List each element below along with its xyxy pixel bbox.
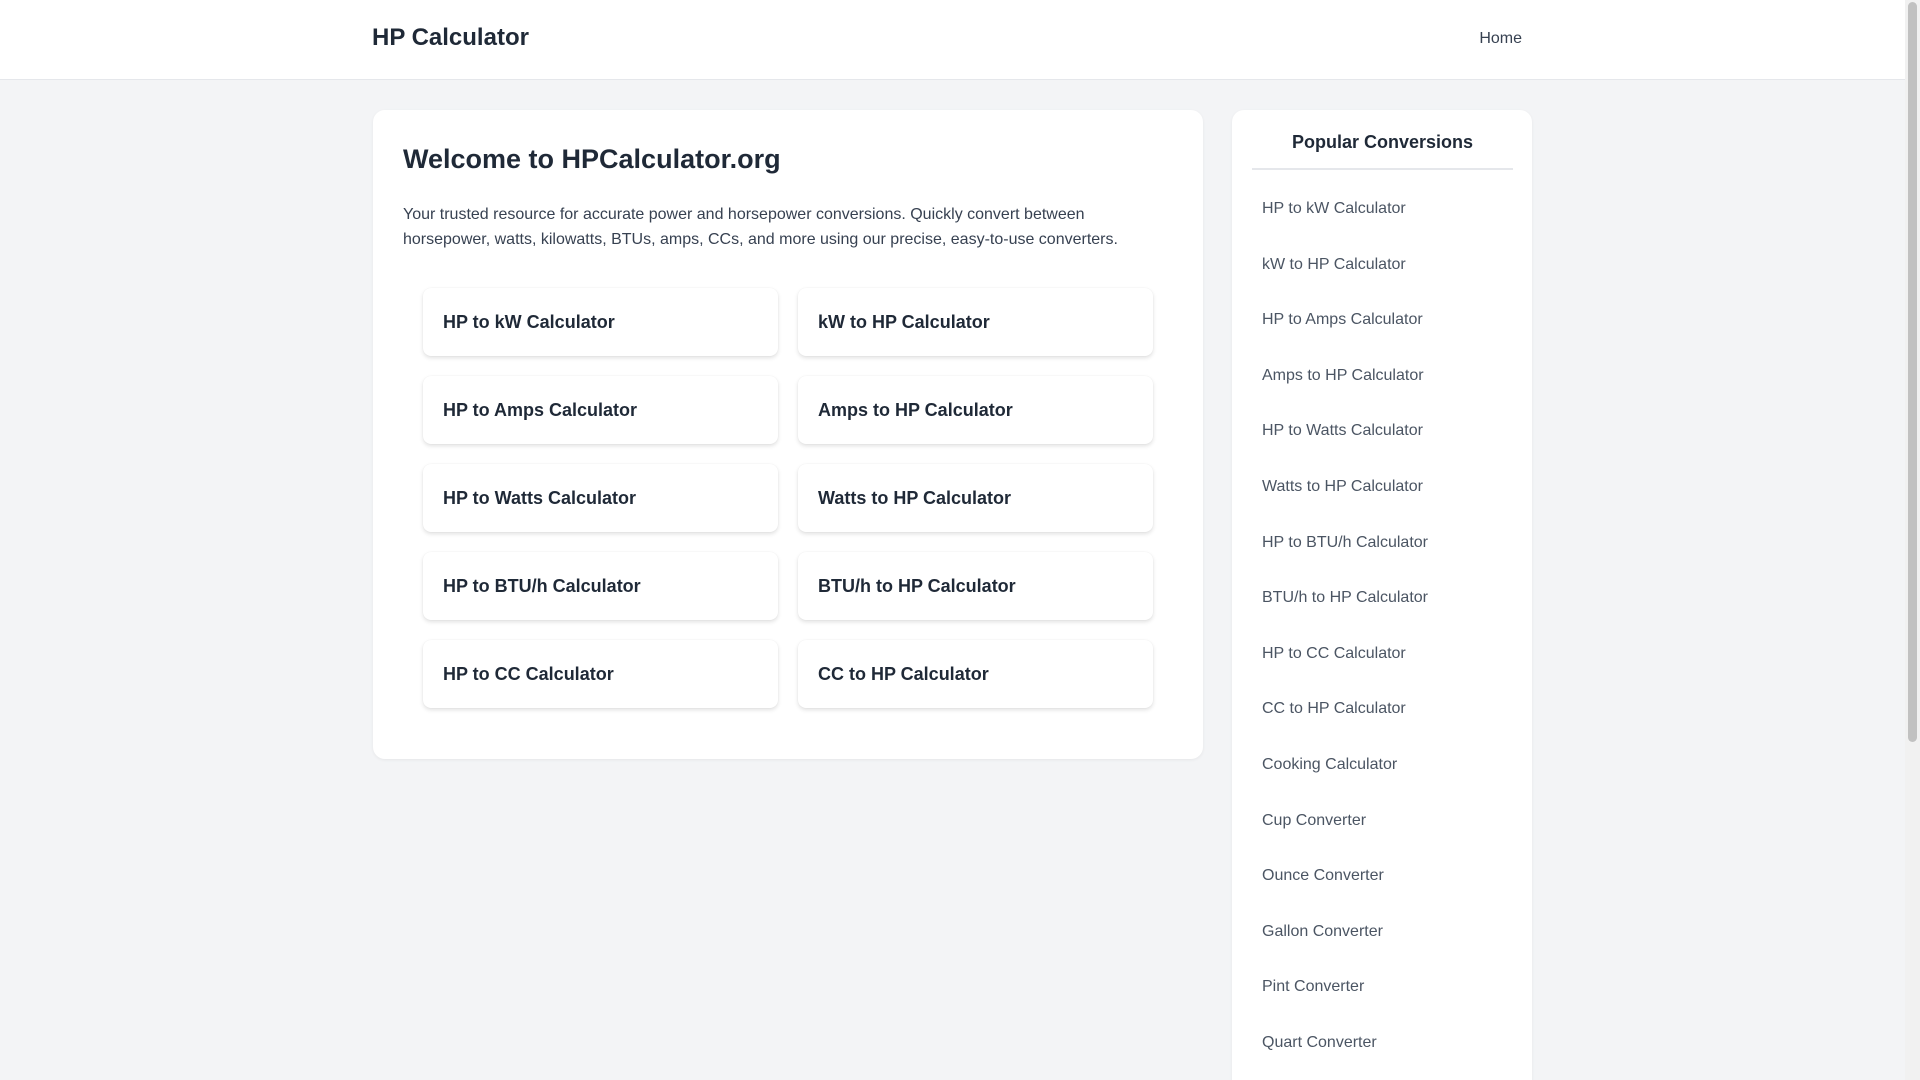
- nav-home-link[interactable]: Home: [1479, 30, 1522, 48]
- calculator-tile-amps-to-hp[interactable]: Amps to HP Calculator: [798, 376, 1153, 444]
- sidebar-list: HP to kW Calculator kW to HP Calculator …: [1262, 200, 1512, 1080]
- calculator-tile-kw-to-hp[interactable]: kW to HP Calculator: [798, 288, 1153, 356]
- sidebar-item-kw-to-hp[interactable]: kW to HP Calculator: [1262, 256, 1512, 312]
- sidebar-item-cc-to-hp[interactable]: CC to HP Calculator: [1262, 700, 1512, 756]
- sidebar-popular-conversions: Popular Conversions HP to kW Calculator …: [1232, 110, 1532, 1080]
- calculator-tile-hp-to-btuh[interactable]: HP to BTU/h Calculator: [423, 552, 778, 620]
- page: HP Calculator Home Welcome to HPCalculat…: [0, 0, 1920, 1080]
- calculator-tile-cc-to-hp[interactable]: CC to HP Calculator: [798, 640, 1153, 708]
- scrollbar-thumb[interactable]: [1908, 2, 1917, 742]
- sidebar-title: Popular Conversions: [1252, 130, 1513, 170]
- site-logo-link[interactable]: HP Calculator: [372, 24, 529, 52]
- calculator-tile-watts-to-hp[interactable]: Watts to HP Calculator: [798, 464, 1153, 532]
- sidebar-item-cooking-calculator[interactable]: Cooking Calculator: [1262, 756, 1512, 812]
- site-header: HP Calculator Home: [0, 0, 1905, 80]
- sidebar-item-hp-to-cc[interactable]: HP to CC Calculator: [1262, 645, 1512, 701]
- sidebar-item-btuh-to-hp[interactable]: BTU/h to HP Calculator: [1262, 589, 1512, 645]
- calculator-tile-hp-to-amps[interactable]: HP to Amps Calculator: [423, 376, 778, 444]
- sidebar-item-hp-to-amps[interactable]: HP to Amps Calculator: [1262, 311, 1512, 367]
- main-content-card: Welcome to HPCalculator.org Your trusted…: [373, 110, 1203, 759]
- sidebar-item-hp-to-watts[interactable]: HP to Watts Calculator: [1262, 422, 1512, 478]
- sidebar-item-hp-to-btuh[interactable]: HP to BTU/h Calculator: [1262, 534, 1512, 590]
- calculator-tile-hp-to-watts[interactable]: HP to Watts Calculator: [423, 464, 778, 532]
- calculator-tile-hp-to-cc[interactable]: HP to CC Calculator: [423, 640, 778, 708]
- sidebar-item-watts-to-hp[interactable]: Watts to HP Calculator: [1262, 478, 1512, 534]
- sidebar-item-amps-to-hp[interactable]: Amps to HP Calculator: [1262, 367, 1512, 423]
- page-scrollbar[interactable]: [1905, 0, 1920, 1080]
- page-title: Welcome to HPCalculator.org: [403, 144, 781, 174]
- calculator-tile-btuh-to-hp[interactable]: BTU/h to HP Calculator: [798, 552, 1153, 620]
- intro-text: Your trusted resource for accurate power…: [403, 206, 1118, 248]
- calculator-grid: HP to kW Calculator kW to HP Calculator …: [423, 288, 1153, 708]
- sidebar-item-cup-converter[interactable]: Cup Converter: [1262, 812, 1512, 868]
- sidebar-item-gallon-converter[interactable]: Gallon Converter: [1262, 923, 1512, 979]
- sidebar-item-ounce-converter[interactable]: Ounce Converter: [1262, 867, 1512, 923]
- sidebar-item-quart-converter[interactable]: Quart Converter: [1262, 1034, 1512, 1080]
- sidebar-item-pint-converter[interactable]: Pint Converter: [1262, 978, 1512, 1034]
- sidebar-item-hp-to-kw[interactable]: HP to kW Calculator: [1262, 200, 1512, 256]
- calculator-tile-hp-to-kw[interactable]: HP to kW Calculator: [423, 288, 778, 356]
